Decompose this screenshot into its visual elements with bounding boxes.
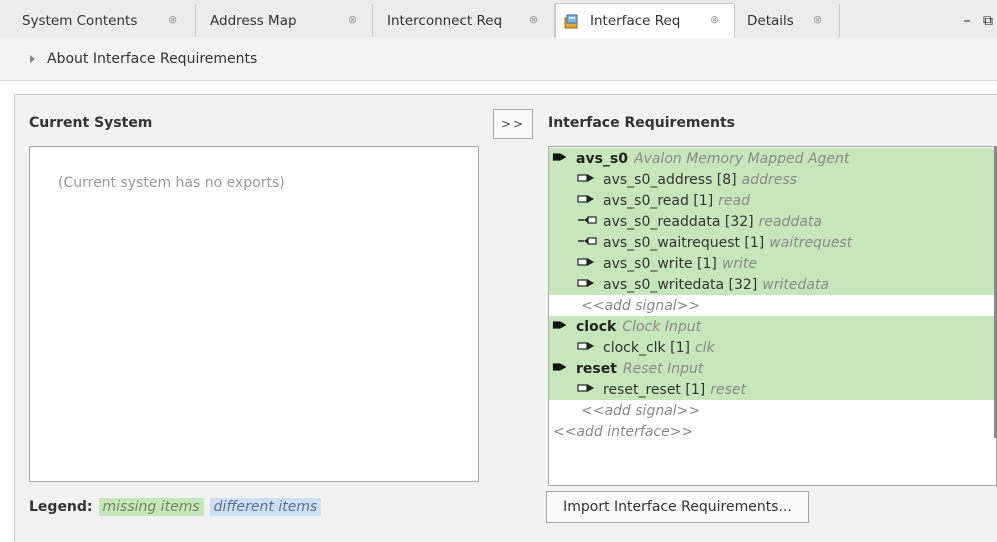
tab-label: Interconnect Req [387,12,503,29]
interface-type: Reset Input [622,360,704,377]
tab-interconnect-req[interactable]: Interconnect Req ⊗ [373,4,555,37]
signal-name: avs_s0_address [8] [603,171,737,188]
signal-row[interactable]: avs_s0_waitrequest [1] waitrequest [549,232,996,253]
window-controls[interactable]: – ⧉ [964,13,997,29]
add-interface-label: <<add interface>> [553,423,694,440]
tab-label: System Contents [22,12,138,29]
signal-type: clk [694,339,715,356]
signal-name: avs_s0_writedata [32] [603,276,758,293]
signal-type: write [721,255,758,272]
signal-row[interactable]: clock_clk [1] clk [549,337,996,358]
interface-requirements-list[interactable]: avs_s0 Avalon Memory Mapped Agent avs_s0_a… [548,146,997,486]
signal-row[interactable]: avs_s0_address [8] address [549,169,996,190]
input-port-icon [577,172,597,188]
legend-different-items: different items [209,498,322,516]
signal-type: readdata [758,213,822,230]
current-system-title: Current System [29,115,153,131]
legend: Legend: missing items different items [29,498,322,516]
empty-state-text: (Current system has no exports) [58,175,285,191]
input-port-icon [577,193,597,209]
close-icon[interactable]: ⊗ [813,13,822,26]
interface-requirements-title: Interface Requirements [548,115,736,131]
signal-type: read [718,192,751,209]
add-signal-label: <<add signal>> [581,402,701,419]
signal-name: avs_s0_write [1] [603,255,717,272]
interface-row-clock[interactable]: clock Clock Input [549,316,996,337]
tab-address-map[interactable]: Address Map ⊗ [196,4,373,37]
signal-name: clock_clk [1] [603,339,690,356]
interface-name: avs_s0 [576,150,628,167]
expand-arrow-icon[interactable] [30,55,35,63]
signal-type: reset [710,381,746,398]
signal-row[interactable]: avs_s0_readdata [32] readdata [549,211,996,232]
add-signal-row[interactable]: <<add signal>> [549,400,996,421]
input-port-icon [577,277,597,293]
signal-name: avs_s0_readdata [32] [603,213,754,230]
output-port-icon [577,214,597,230]
input-port-icon [577,382,597,398]
add-interface-row[interactable]: <<add interface>> [549,421,996,442]
input-port-icon [577,340,597,356]
add-signal-label: <<add signal>> [581,297,701,314]
input-port-icon [577,256,597,272]
legend-missing-items: missing items [98,498,204,516]
interface-type: Avalon Memory Mapped Agent [633,150,850,167]
tab-label: Address Map [210,12,297,29]
signal-type: waitrequest [769,234,853,251]
interface-port-icon [552,319,570,335]
signal-row[interactable]: avs_s0_read [1] read [549,190,996,211]
tab-label: Interface Req [590,13,681,29]
interface-name: clock [576,318,617,335]
add-signal-row[interactable]: <<add signal>> [549,295,996,316]
legend-label: Legend: [29,499,93,515]
close-icon[interactable]: ⊗ [710,13,719,26]
interface-row-reset[interactable]: reset Reset Input [549,358,996,379]
interface-req-icon [564,13,580,29]
close-icon[interactable]: ⊗ [348,13,357,26]
close-icon[interactable]: ⊗ [529,13,538,26]
tab-interface-req[interactable]: Interface Req ⊗ [555,3,735,38]
tab-label: Details [747,12,794,29]
output-port-icon [577,235,597,251]
import-interface-requirements-button[interactable]: Import Interface Requirements... [546,491,809,523]
interface-type: Clock Input [622,318,702,335]
signal-type: writedata [762,276,830,293]
interface-row-avs_s0[interactable]: avs_s0 Avalon Memory Mapped Agent [549,148,996,169]
transfer-button[interactable]: >> [493,109,533,139]
interface-name: reset [576,360,617,377]
tab-details[interactable]: Details ⊗ [735,4,840,37]
signal-row[interactable]: reset_reset [1] reset [549,379,996,400]
signal-row[interactable]: avs_s0_writedata [32] writedata [549,274,996,295]
signal-name: avs_s0_read [1] [603,192,714,209]
tab-bar: System Contents ⊗ Address Map ⊗ Intercon… [0,0,997,39]
interface-port-icon [552,361,570,377]
current-system-list[interactable]: (Current system has no exports) [29,146,479,482]
signal-row[interactable]: avs_s0_write [1] write [549,253,996,274]
tab-system-contents[interactable]: System Contents ⊗ [0,4,196,37]
signal-type: address [741,171,797,188]
about-section-toggle[interactable]: About Interface Requirements [0,38,997,81]
signal-name: reset_reset [1] [603,381,706,398]
close-icon[interactable]: ⊗ [168,13,177,26]
signal-name: avs_s0_waitrequest [1] [603,234,765,251]
about-label: About Interface Requirements [47,51,258,67]
interface-port-icon [552,151,570,167]
